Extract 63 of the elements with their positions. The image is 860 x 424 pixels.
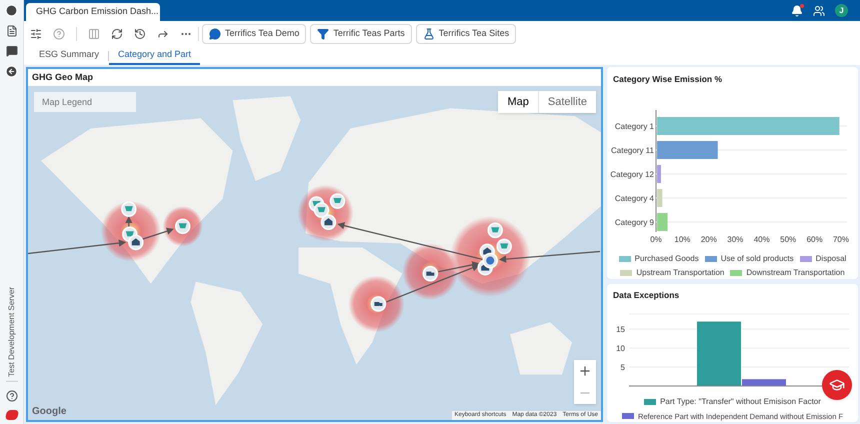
- route-arrow: [125, 216, 132, 230]
- map-marker[interactable]: [128, 234, 144, 250]
- learning-button[interactable]: [822, 370, 852, 400]
- map-type-button[interactable]: Map: [498, 91, 538, 113]
- map-logo: Google: [32, 405, 66, 419]
- user-avatar[interactable]: J: [835, 4, 848, 17]
- chat-icon[interactable]: [6, 45, 18, 57]
- tick-label: 20%: [700, 234, 717, 244]
- map-marker[interactable]: [370, 296, 386, 312]
- filter-button[interactable]: Terrifics Tea Demo: [202, 24, 306, 44]
- plus-icon: [578, 364, 592, 378]
- route-arrow: [142, 228, 174, 240]
- map-marker[interactable]: [330, 193, 346, 209]
- legend-label: Disposal: [816, 253, 846, 265]
- map-marker[interactable]: [496, 238, 512, 254]
- panel-title: GHG Geo Map: [31, 70, 94, 84]
- tick-label: 10%: [674, 234, 690, 244]
- app-tab[interactable]: GHG Carbon Emission Dash...: [26, 3, 160, 21]
- axis-label: Category 11: [611, 146, 654, 155]
- team-icon[interactable]: [813, 4, 825, 16]
- heat-spot: [402, 243, 458, 300]
- tick-label: 0%: [650, 234, 662, 244]
- legend-label: Use of sold products: [720, 253, 794, 265]
- filter-button[interactable]: Terrifics Tea Sites: [416, 24, 516, 44]
- view-tab[interactable]: ESG Summary: [30, 46, 108, 65]
- server-label: Test Development Server: [6, 287, 18, 382]
- legend-label: Upstream Transportation: [636, 267, 724, 279]
- axis-label: Category 12: [610, 170, 654, 179]
- axis-label: Category 9: [614, 218, 654, 227]
- panel-title: Data Exceptions: [612, 289, 680, 302]
- axis-label: Category 4: [614, 194, 654, 203]
- map-type-button[interactable]: Satellite: [538, 91, 596, 113]
- tick-label: 10: [616, 344, 625, 353]
- tick-label: 5: [620, 362, 625, 372]
- speech-bubble-icon: [209, 28, 221, 40]
- map-marker[interactable]: [320, 214, 336, 230]
- refresh-icon[interactable]: [111, 28, 123, 40]
- legend-label: Purchased Goods: [634, 253, 699, 265]
- tick-label: 30%: [727, 234, 744, 244]
- axis-label: Category 1: [614, 122, 654, 131]
- tab-title: GHG Carbon Emission Dash...: [36, 5, 159, 18]
- back-icon[interactable]: [5, 65, 18, 78]
- filter-icon: [317, 28, 330, 40]
- flask-icon: [422, 28, 435, 40]
- graduation-cap-icon: [829, 377, 845, 393]
- tick-label: 15: [616, 324, 625, 334]
- legend-field[interactable]: Map Legend: [34, 92, 136, 112]
- map-marker[interactable]: [487, 222, 503, 238]
- map-marker[interactable]: [121, 201, 137, 217]
- document-icon[interactable]: [6, 25, 18, 37]
- tick-label: 70%: [833, 234, 849, 244]
- notifications-icon[interactable]: [791, 4, 803, 16]
- legend-label: Downstream Transportation: [746, 267, 845, 279]
- heat-spot: [348, 276, 404, 332]
- legend-label: Part Type: "Transfer" without Emisison Factor: [660, 396, 821, 408]
- tick-label: 50%: [780, 234, 796, 244]
- tick-label: 40%: [754, 234, 770, 244]
- logo-icon: [4, 410, 19, 420]
- tick-label: 60%: [806, 234, 823, 244]
- settings-sliders-icon[interactable]: [30, 28, 42, 40]
- panel-title: Category Wise Emission %: [612, 73, 724, 86]
- help-icon[interactable]: [6, 390, 18, 402]
- filter-button[interactable]: Terrific Teas Parts: [310, 24, 412, 44]
